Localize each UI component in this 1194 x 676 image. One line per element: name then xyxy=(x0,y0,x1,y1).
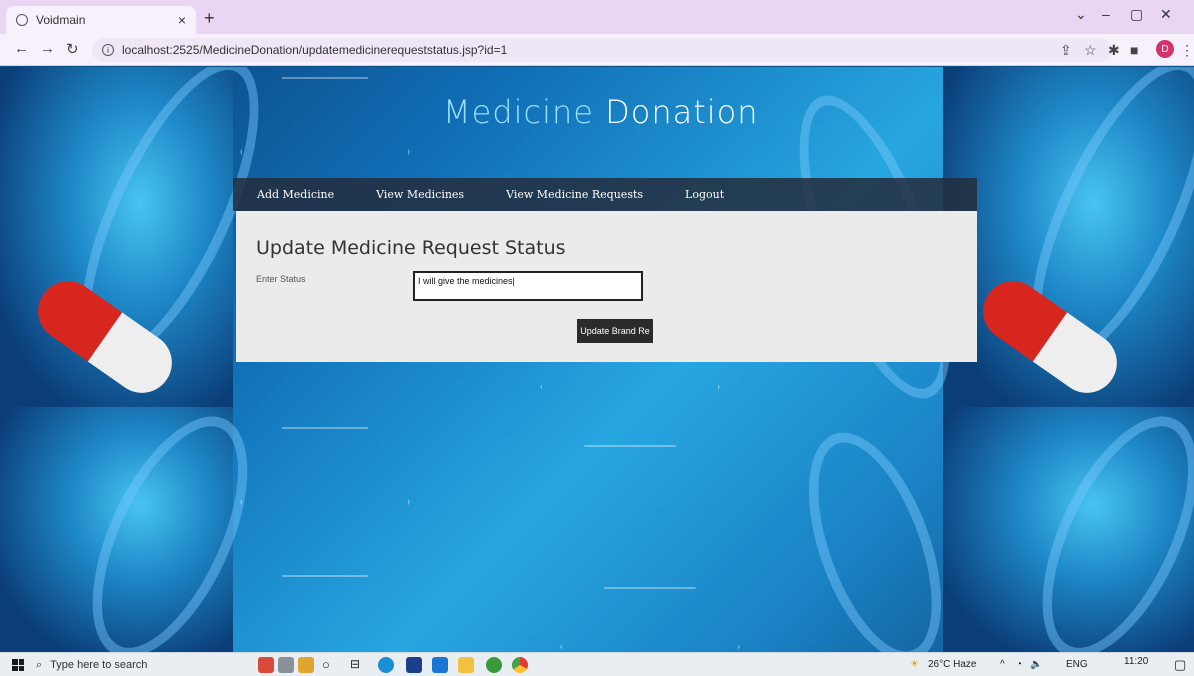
network-icon[interactable]: ◔ xyxy=(1016,659,1022,670)
profile-avatar[interactable]: D xyxy=(1156,40,1174,58)
menu-icon[interactable]: ⋮ xyxy=(1180,42,1194,59)
hexagon-decoration xyxy=(240,427,410,577)
extensions-icon[interactable]: ✱ xyxy=(1108,42,1120,59)
cortana-circle-icon[interactable]: ○ xyxy=(322,657,338,673)
store-icon[interactable] xyxy=(406,657,422,673)
search-icon: ⌕ xyxy=(36,658,43,671)
edge-icon[interactable] xyxy=(378,657,394,673)
page-content: Medicine Donation Add Medicine View Medi… xyxy=(0,67,1194,652)
new-tab-button[interactable]: + xyxy=(204,8,215,29)
main-nav: Add Medicine View Medicines View Medicin… xyxy=(233,178,977,211)
windows-start-icon[interactable] xyxy=(12,659,24,671)
notifications-icon[interactable]: ▢ xyxy=(1174,657,1186,673)
page-title: Update Medicine Request Status xyxy=(256,237,566,259)
app-green-icon[interactable] xyxy=(486,657,502,673)
update-status-panel: Update Medicine Request Status Enter Sta… xyxy=(236,211,977,362)
taskbar-search[interactable]: ⌕ Type here to search xyxy=(36,655,246,675)
nav-add-medicine[interactable]: Add Medicine xyxy=(257,188,334,201)
back-button[interactable]: ← xyxy=(14,40,29,57)
forward-button[interactable]: → xyxy=(40,40,55,57)
status-label: Enter Status xyxy=(256,274,306,284)
hexagon-decoration xyxy=(560,587,740,652)
taskbar-search-placeholder: Type here to search xyxy=(50,659,148,671)
share-icon[interactable]: ⇪ xyxy=(1060,42,1072,59)
url-text: localhost:2525/MedicineDonation/updateme… xyxy=(122,43,508,57)
close-tab-icon[interactable]: × xyxy=(178,12,186,28)
lock-icon[interactable] xyxy=(278,657,294,673)
app-icon[interactable] xyxy=(258,657,274,673)
nav-view-medicine-requests[interactable]: View Medicine Requests xyxy=(506,188,643,201)
tab-title: Voidmain xyxy=(36,13,86,27)
dna-helix-image xyxy=(782,415,968,652)
weather-text[interactable]: 26°C Haze xyxy=(928,659,976,670)
address-bar[interactable]: i localhost:2525/MedicineDonation/update… xyxy=(92,38,1112,62)
weather-icon: ☀ xyxy=(910,659,919,670)
task-view-icon[interactable]: ⊟ xyxy=(350,657,366,673)
browser-tab-strip: Voidmain × + ⌄ – ▢ ✕ xyxy=(0,0,1194,34)
nav-view-medicines[interactable]: View Medicines xyxy=(376,188,464,201)
people-icon[interactable] xyxy=(298,657,314,673)
globe-icon xyxy=(16,14,28,26)
close-window-button[interactable]: ✕ xyxy=(1160,6,1172,23)
show-hidden-icons-icon[interactable]: ^ xyxy=(1000,659,1005,670)
maximize-button[interactable]: ▢ xyxy=(1130,6,1143,23)
windows-taskbar: ⌕ Type here to search ○ ⊟ ☀ 26°C Haze ^ … xyxy=(0,652,1194,676)
mail-icon[interactable] xyxy=(432,657,448,673)
reload-button[interactable]: ↻ xyxy=(66,40,79,58)
status-textarea[interactable] xyxy=(413,271,643,301)
sidebar-icon[interactable]: ■ xyxy=(1130,42,1138,58)
tab-search-chevron-icon[interactable]: ⌄ xyxy=(1075,6,1087,23)
minimize-button[interactable]: – xyxy=(1102,6,1110,22)
bookmark-star-icon[interactable]: ☆ xyxy=(1084,42,1097,59)
update-button[interactable]: Update Brand Re xyxy=(577,319,653,343)
info-icon[interactable]: i xyxy=(102,44,114,56)
nav-logout[interactable]: Logout xyxy=(685,188,724,201)
clock[interactable]: 11:20 xyxy=(1124,656,1148,667)
language-indicator[interactable]: ENG xyxy=(1066,659,1088,670)
chrome-icon[interactable] xyxy=(512,657,528,673)
site-title: Medicine Donation xyxy=(443,93,759,131)
browser-tab[interactable]: Voidmain × xyxy=(6,6,196,34)
site-title-part2: Donation xyxy=(605,93,759,131)
volume-icon[interactable]: 🔈 xyxy=(1030,659,1042,670)
site-title-part1: Medicine xyxy=(443,93,594,131)
file-explorer-icon[interactable] xyxy=(458,657,474,673)
browser-toolbar: ← → ↻ i localhost:2525/MedicineDonation/… xyxy=(0,34,1194,66)
